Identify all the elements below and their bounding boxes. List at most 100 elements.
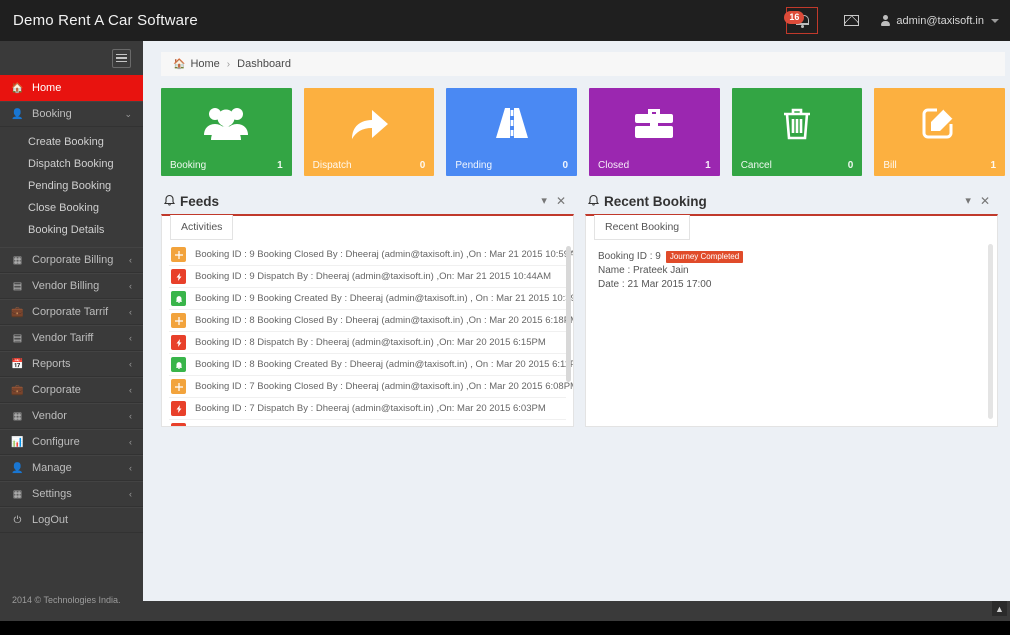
sidebar-item-logout[interactable]: ⏻ LogOut [0,507,143,533]
top-header-bar: Demo Rent A Car Software 16 admin@taxiso… [0,0,1010,41]
footer-bar: 2014 © Technologies India. [0,595,1010,621]
chevron-left-icon: ‹ [129,411,132,421]
breadcrumb-current: Dashboard [237,58,291,70]
edit-icon [874,100,1005,146]
sidebar-subitem-pending-booking[interactable]: Pending Booking [0,175,143,197]
recent-booking-scrollbar[interactable] [988,244,993,419]
feeds-panel-title: Feeds [180,193,220,209]
feed-row[interactable]: Booking ID : 8 Booking Created By : Dhee… [169,354,573,376]
chevron-down-icon[interactable]: ▾ [541,195,547,207]
dashboard-page: Demo Rent A Car Software 16 admin@taxiso… [0,0,1010,635]
stat-card-value: 0 [562,159,569,171]
list-icon: ▤ [12,280,23,292]
recent-panel-body: Recent Booking Booking ID : 9 Journey Co… [585,214,998,427]
feed-row[interactable]: Booking ID : 8 Dispatch By : Dheeraj (ad… [169,332,566,354]
sidebar-item-booking[interactable]: 👤 Booking ⌄ [0,101,143,127]
stat-card-value: 1 [705,159,711,171]
feed-row[interactable]: Booking ID : 8 Booking Closed By : Dheer… [169,310,573,332]
feed-row[interactable]: Booking ID : 9 Dispatch By : Dheeraj (ad… [169,266,566,288]
recent-booking-date: Date : 21 Mar 2015 17:00 [598,279,712,290]
list-icon: ▤ [12,332,23,344]
stat-card-label: Pending [455,159,493,171]
stat-card-cancel[interactable]: Cancel 0 [731,88,863,176]
stat-card-dispatch[interactable]: Dispatch 0 [303,88,435,176]
sidebar-subitem-close-booking[interactable]: Close Booking [0,197,143,219]
share-arrow-icon [304,100,435,146]
stat-card-label: Bill [883,159,897,171]
recent-panel-title: Recent Booking [604,193,707,209]
stat-card-bill[interactable]: Bill 1 [874,88,1006,176]
chevron-left-icon: ‹ [129,463,132,473]
stat-card-value: 1 [277,159,283,171]
notifications-button[interactable]: 16 [771,0,833,41]
close-icon[interactable]: ✕ [556,195,566,207]
tab-recent-booking[interactable]: Recent Booking [594,215,691,240]
stat-card-footer: Cancel 0 [732,154,863,176]
feed-row[interactable]: Booking ID : 7 Booking Closed By : Dheer… [169,376,573,398]
stat-card-label: Closed [598,159,630,171]
sidebar-submenu-booking: Create Booking Dispatch Booking Pending … [0,127,143,247]
breadcrumb-separator: › [226,58,231,70]
notification-bell-wrapper[interactable]: 16 [784,7,819,34]
sidebar-item-vendor[interactable]: ▦ Vendor ‹ [0,403,143,429]
stat-card-value: 0 [419,159,426,171]
sidebar-item-manage[interactable]: 👤 Manage ‹ [0,455,143,481]
scroll-to-top-button[interactable]: ▲ [992,601,1007,616]
sidebar-item-label: Reports [32,358,71,370]
chevron-left-icon: ‹ [129,307,132,317]
sidebar-item-corporate-billing[interactable]: ▦ Corporate Billing ‹ [0,247,143,273]
messages-button[interactable] [833,0,870,41]
grid-icon: ▦ [12,488,23,500]
feed-row-text: Booking ID : 7 Booking Closed By : Dheer… [195,381,573,392]
feed-row[interactable]: Booking ID : 7 Dispatch By : Dheeraj (ad… [169,398,566,420]
feeds-panel-tools: ▾ ✕ [541,195,566,207]
sidebar-item-configure[interactable]: 📊 Configure ‹ [0,429,143,455]
sidebar-toggle-row [0,41,143,75]
close-icon[interactable]: ✕ [980,195,990,207]
feed-row[interactable] [169,420,566,426]
sidebar-item-vendor-tariff[interactable]: ▤ Vendor Tariff ‹ [0,325,143,351]
feed-row-text: Booking ID : 8 Booking Created By : Dhee… [195,359,573,370]
header-right-tools: 16 admin@taxisoft.in [771,0,1010,41]
trash-icon [732,100,863,146]
feeds-scrollbar[interactable] [566,246,571,382]
stat-card-label: Cancel [740,159,772,171]
sidebar-subitem-dispatch-booking[interactable]: Dispatch Booking [0,153,143,175]
sidebar-item-corporate[interactable]: 💼 Corporate ‹ [0,377,143,403]
sidebar-item-home[interactable]: 🏠 Home [0,75,151,101]
bolt-icon [171,423,186,426]
power-icon: ⏻ [13,514,22,526]
feeds-list: Booking ID : 9 Booking Closed By : Dheer… [162,240,573,426]
sidebar-subitem-create-booking[interactable]: Create Booking [0,131,143,153]
user-icon: 👤 [11,108,24,120]
briefcase-icon: 💼 [11,384,24,396]
sidebar-item-label: Vendor Tariff [32,332,94,344]
sidebar-item-settings[interactable]: ▦ Settings ‹ [0,481,143,507]
feeds-panel-header: Feeds ▾ ✕ [161,188,574,214]
feed-row[interactable]: Booking ID : 9 Booking Closed By : Dheer… [169,244,573,266]
sidebar-item-reports[interactable]: 📅 Reports ‹ [0,351,143,377]
user-menu-button[interactable]: admin@taxisoft.in [870,0,1010,41]
plus-icon [171,379,186,394]
feeds-panel-title-wrap: Feeds [163,193,220,209]
calendar-icon: 📅 [11,358,24,370]
sidebar-item-corporate-tarrif[interactable]: 💼 Corporate Tarrif ‹ [0,299,143,325]
bottom-black-bar [0,621,1010,635]
sidebar-item-label: Booking [32,108,72,120]
stat-card-pending[interactable]: Pending 0 [446,88,578,176]
stat-card-closed[interactable]: Closed 1 [589,88,720,176]
stat-card-value: 1 [990,159,997,171]
sidebar: 🏠 Home 👤 Booking ⌄ Create Booking Dispat… [0,41,151,635]
bolt-icon [171,401,186,416]
breadcrumb-home-link[interactable]: Home [190,58,219,70]
feed-row[interactable]: Booking ID : 9 Booking Created By : Dhee… [169,288,573,310]
stat-card-booking[interactable]: Booking 1 [161,88,292,176]
sidebar-item-vendor-billing[interactable]: ▤ Vendor Billing ‹ [0,273,143,299]
chevron-left-icon: ‹ [129,437,132,447]
tab-activities[interactable]: Activities [170,215,234,240]
envelope-icon [844,15,860,26]
chevron-down-icon[interactable]: ▾ [965,195,971,207]
hamburger-icon[interactable] [112,48,131,68]
sidebar-subitem-booking-details[interactable]: Booking Details [0,219,143,241]
feed-row-text: Booking ID : 7 Dispatch By : Dheeraj (ad… [195,403,546,414]
